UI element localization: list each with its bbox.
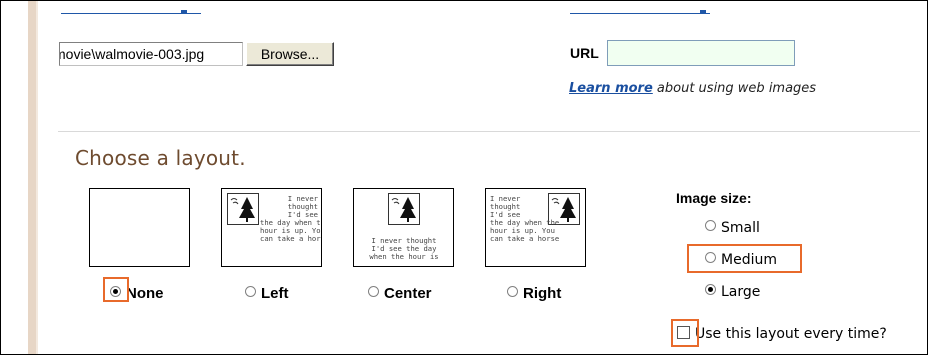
layout-option-left[interactable]: Left	[245, 285, 289, 302]
size-option-large[interactable]: Large	[705, 284, 760, 300]
file-path-input[interactable]: movie\walmovie-003.jpg	[59, 42, 243, 66]
layout-left-radio[interactable]	[245, 286, 256, 297]
size-small-radio[interactable]	[705, 220, 716, 231]
layout-center-sample-text: I never thought I'd see the day when the…	[369, 236, 439, 261]
learn-more-text: Learn more about using web images	[569, 81, 816, 96]
left-border-bar	[28, 1, 36, 354]
layout-left-thumbnail[interactable]: I never thought I'd see the day when the…	[221, 188, 322, 267]
section-divider	[58, 131, 920, 132]
layout-section-title: Choose a layout.	[75, 146, 246, 170]
size-option-small[interactable]: Small	[705, 220, 760, 236]
always-use-label: Use this layout every time?	[695, 326, 887, 342]
layout-right-radio[interactable]	[507, 286, 518, 297]
layout-left-label: Left	[261, 285, 289, 302]
layout-none-thumbnail[interactable]	[89, 188, 190, 267]
left-border-bar-inner	[36, 1, 38, 354]
layout-option-center[interactable]: Center	[368, 285, 432, 302]
layout-right-label: Right	[523, 285, 562, 302]
url-label: URL	[570, 45, 599, 61]
highlight-none-radio	[103, 277, 129, 302]
size-large-radio[interactable]	[705, 284, 716, 295]
layout-center-radio[interactable]	[368, 286, 379, 297]
tree-image-icon	[388, 193, 420, 225]
upload-link-cut[interactable]	[61, 2, 201, 14]
layout-right-thumbnail[interactable]: I never thought I'd see the day when the…	[485, 188, 586, 267]
layout-right-sample-text: I never thought I'd see the day when the…	[490, 194, 560, 243]
url-input[interactable]	[607, 40, 795, 66]
highlight-medium-option	[687, 244, 802, 273]
tree-image-icon	[227, 193, 259, 225]
image-size-title: Image size:	[676, 190, 752, 206]
layout-center-label: Center	[384, 285, 432, 302]
layout-none-label: None	[126, 285, 164, 302]
size-small-label: Small	[721, 220, 760, 236]
web-link-cut[interactable]	[570, 2, 710, 14]
always-use-layout-option[interactable]: Use this layout every time?	[677, 326, 887, 342]
layout-left-sample-text: I never thought I'd see the day when the…	[260, 194, 321, 243]
layout-option-right[interactable]: Right	[507, 285, 561, 302]
highlight-always-checkbox	[671, 319, 699, 347]
browse-button[interactable]: Browse...	[246, 42, 334, 66]
learn-more-link[interactable]: Learn more	[569, 81, 653, 96]
learn-more-suffix: about using web images	[652, 81, 817, 96]
layout-center-thumbnail[interactable]: I never thought I'd see the day when the…	[353, 188, 454, 267]
size-large-label: Large	[721, 284, 761, 300]
